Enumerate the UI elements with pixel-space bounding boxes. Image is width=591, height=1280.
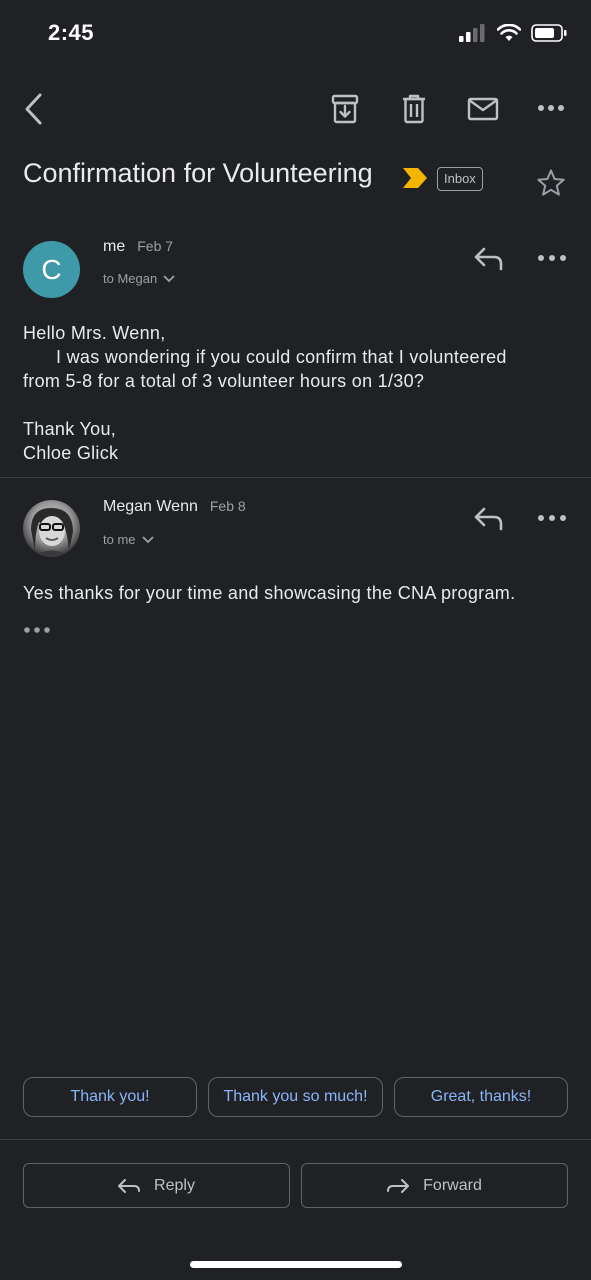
message-date: Feb 8 xyxy=(209,498,246,514)
chevron-down-icon xyxy=(163,274,175,282)
message-header: me Feb 7 xyxy=(103,238,173,256)
reply-icon[interactable] xyxy=(473,506,505,532)
body-line: Hello Mrs. Wenn, xyxy=(23,323,166,343)
status-icons xyxy=(459,24,567,42)
message-body: Yes thanks for your time and showcasing … xyxy=(23,583,516,603)
message-divider xyxy=(0,477,591,478)
back-icon xyxy=(25,93,42,125)
body-line: Thank You, xyxy=(23,419,117,439)
body-line: Chloe Glick xyxy=(23,443,119,463)
message-date: Feb 7 xyxy=(137,238,174,254)
body-line: from 5-8 for a total of 3 volunteer hour… xyxy=(23,371,425,391)
avatar[interactable]: C xyxy=(23,241,80,298)
delete-icon xyxy=(403,94,425,124)
avatar-photo-icon xyxy=(31,508,73,557)
delete-button[interactable] xyxy=(397,92,431,126)
message-header: Megan Wenn Feb 8 xyxy=(103,498,246,516)
star-icon[interactable] xyxy=(536,168,566,198)
chevron-down-icon xyxy=(141,535,154,543)
sender-name: me xyxy=(103,238,126,255)
archive-button[interactable] xyxy=(328,92,362,126)
back-button[interactable] xyxy=(18,90,48,128)
forward-label: Forward xyxy=(423,1176,482,1194)
recipient-toggle[interactable]: to me xyxy=(103,532,154,547)
important-icon[interactable] xyxy=(402,167,428,189)
smart-reply-chip[interactable]: Thank you so much! xyxy=(208,1077,383,1117)
more-options-button[interactable] xyxy=(532,96,570,120)
actions-divider xyxy=(0,1139,591,1140)
message-body: Hello Mrs. Wenn, I was wondering if you … xyxy=(23,321,573,465)
smart-reply-chip[interactable]: Great, thanks! xyxy=(394,1077,568,1117)
battery-icon xyxy=(531,24,567,42)
body-line: I was wondering if you could confirm tha… xyxy=(56,347,507,367)
recipient-toggle[interactable]: to Megan xyxy=(103,271,175,286)
reply-icon xyxy=(118,1178,141,1193)
reply-button[interactable]: Reply xyxy=(23,1163,290,1208)
sender-name: Megan Wenn xyxy=(103,498,198,515)
reply-icon[interactable] xyxy=(473,246,505,272)
email-subject: Confirmation for Volunteering xyxy=(23,158,373,188)
smart-reply-chip[interactable]: Thank you! xyxy=(23,1077,197,1117)
inbox-label-badge[interactable]: Inbox xyxy=(437,167,483,191)
forward-button[interactable]: Forward xyxy=(301,1163,568,1208)
status-time: 2:45 xyxy=(48,20,95,45)
more-icon xyxy=(538,105,564,111)
message-more-icon[interactable] xyxy=(537,509,567,527)
home-indicator[interactable] xyxy=(190,1261,402,1268)
avatar[interactable] xyxy=(23,500,80,557)
forward-icon xyxy=(387,1178,410,1193)
recipient-text: to Megan xyxy=(103,271,158,286)
mark-unread-button[interactable] xyxy=(464,92,502,126)
signal-icon xyxy=(459,24,485,42)
recipient-text: to me xyxy=(103,532,136,547)
message-more-icon[interactable] xyxy=(537,249,567,267)
show-trimmed-content-icon[interactable] xyxy=(24,626,50,634)
mark-unread-icon xyxy=(467,97,499,121)
wifi-icon xyxy=(497,24,521,41)
archive-icon xyxy=(331,94,359,124)
reply-label: Reply xyxy=(154,1176,195,1194)
